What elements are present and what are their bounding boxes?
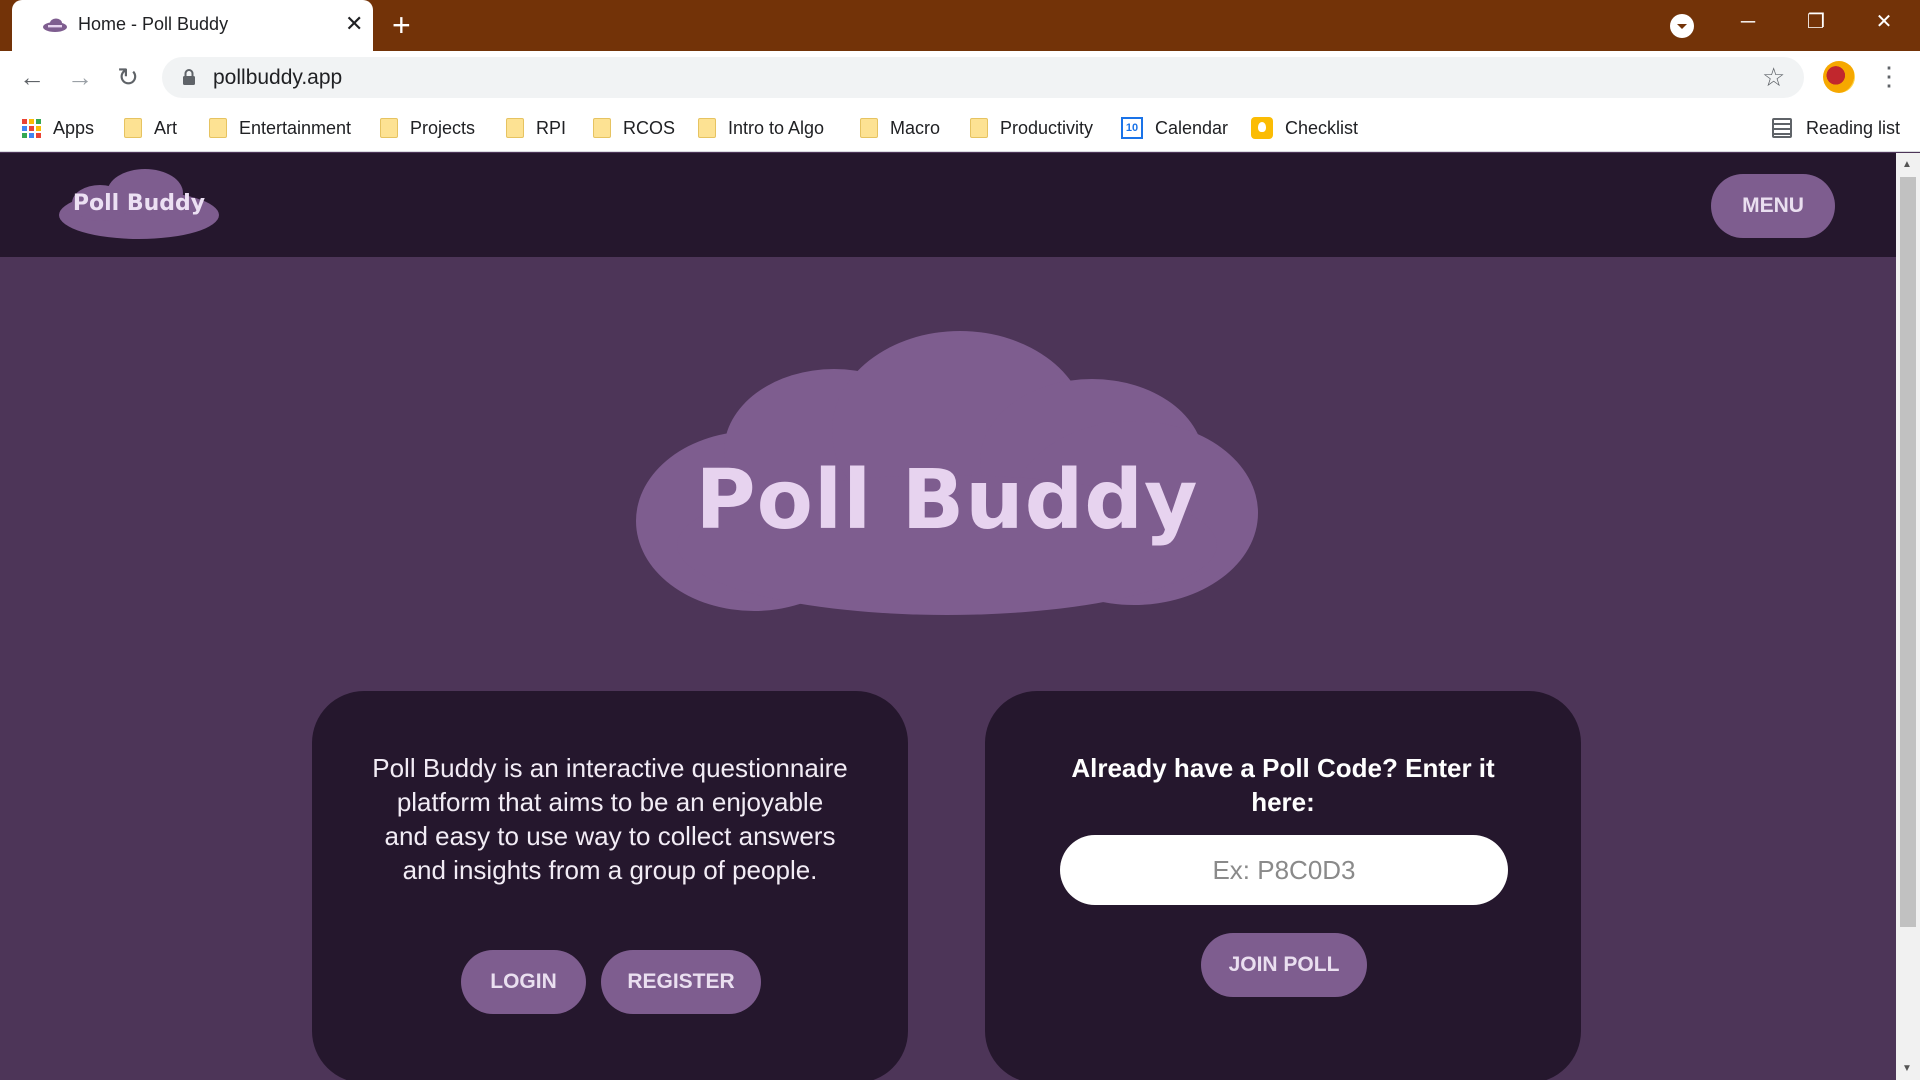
browser-tabstrip: Home - Poll Buddy ✕ + ─ ❐ ✕ <box>0 0 1920 51</box>
reading-list-icon <box>1772 118 1792 138</box>
bookmark-star-icon[interactable]: ☆ <box>1762 63 1785 91</box>
forward-button[interactable]: → <box>64 61 96 93</box>
hero-logo-text: Poll Buddy <box>695 453 1199 548</box>
browser-menu-icon[interactable]: ⋮ <box>1876 61 1902 93</box>
apps-grid-icon <box>22 118 41 138</box>
bookmark-rpi[interactable]: RPI <box>506 115 566 141</box>
login-button[interactable]: LOGIN <box>461 950 586 1014</box>
folder-icon <box>860 118 878 138</box>
bookmark-intro-to-algo[interactable]: Intro to Algo <box>698 115 824 141</box>
bookmarks-bar: Apps Art Entertainment Projects RPI RCOS… <box>0 104 1920 152</box>
bookmark-label: Intro to Algo <box>728 117 825 138</box>
window-restore-button[interactable]: ❐ <box>1788 4 1844 40</box>
bookmark-label: Apps <box>53 117 95 138</box>
url-text: pollbuddy.app <box>213 66 343 89</box>
bookmark-label: Macro <box>890 117 941 138</box>
back-button[interactable]: ← <box>16 61 48 93</box>
window-close-button[interactable]: ✕ <box>1856 4 1912 40</box>
folder-icon <box>209 118 227 138</box>
browser-tab-active[interactable]: Home - Poll Buddy ✕ <box>12 0 373 51</box>
bookmark-label: RCOS <box>623 117 676 138</box>
register-button[interactable]: REGISTER <box>601 950 761 1014</box>
bookmark-projects[interactable]: Projects <box>380 115 475 141</box>
chevron-down-icon <box>1677 24 1687 29</box>
reading-list-label: Reading list <box>1806 117 1901 138</box>
bookmark-entertainment[interactable]: Entertainment <box>209 115 351 141</box>
folder-icon <box>506 118 524 138</box>
bookmark-label: Projects <box>410 117 476 138</box>
scroll-thumb[interactable] <box>1900 177 1916 927</box>
google-keep-icon <box>1251 117 1273 139</box>
join-poll-card: Already have a Poll Code? Enter it here:… <box>985 691 1581 1080</box>
new-tab-button[interactable]: + <box>392 9 411 41</box>
bookmark-calendar[interactable]: 10 Calendar <box>1121 115 1228 141</box>
bookmark-label: Entertainment <box>239 117 352 138</box>
folder-icon <box>380 118 398 138</box>
reading-list-button[interactable]: Reading list <box>1772 115 1900 141</box>
bookmark-label: RPI <box>536 117 567 138</box>
poll-code-heading: Already have a Poll Code? Enter it here: <box>1071 753 1495 817</box>
page-scrollbar[interactable]: ▲ ▼ <box>1896 153 1920 1080</box>
bookmark-macro[interactable]: Macro <box>860 115 940 141</box>
poll-code-input[interactable] <box>1060 835 1508 905</box>
scroll-down-arrow-icon[interactable]: ▼ <box>1902 1063 1912 1074</box>
bookmark-label: Calendar <box>1155 117 1229 138</box>
bookmark-checklist[interactable]: Checklist <box>1251 115 1358 141</box>
bookmark-label: Art <box>154 117 178 138</box>
google-calendar-icon: 10 <box>1121 117 1143 139</box>
about-description: Poll Buddy is an interactive questionnai… <box>372 753 848 885</box>
tab-title: Home - Poll Buddy <box>78 14 229 34</box>
bookmark-label: Productivity <box>1000 117 1094 138</box>
folder-icon <box>970 118 988 138</box>
browser-toolbar: ← → ↻ pollbuddy.app ☆ ⋮ <box>0 51 1920 104</box>
about-card: Poll Buddy is an interactive questionnai… <box>312 691 908 1080</box>
bookmark-apps[interactable]: Apps <box>22 115 94 141</box>
address-bar[interactable]: pollbuddy.app ☆ <box>162 57 1804 98</box>
tab-search-button[interactable] <box>1670 14 1694 38</box>
bookmark-productivity[interactable]: Productivity <box>970 115 1093 141</box>
hero-logo: Poll Buddy <box>634 331 1260 621</box>
profile-avatar-icon[interactable] <box>1823 61 1855 93</box>
lock-icon <box>183 69 195 85</box>
join-poll-button[interactable]: JOIN POLL <box>1201 933 1367 997</box>
header-logo-text: Poll Buddy <box>72 191 206 216</box>
folder-icon <box>698 118 716 138</box>
menu-button[interactable]: MENU <box>1711 174 1835 238</box>
scroll-up-arrow-icon[interactable]: ▲ <box>1902 159 1912 170</box>
folder-icon <box>124 118 142 138</box>
folder-icon <box>593 118 611 138</box>
bookmark-label: Checklist <box>1285 117 1359 138</box>
page-viewport: Poll Buddy MENU Poll Buddy Poll Buddy is… <box>0 153 1896 1080</box>
window-minimize-button[interactable]: ─ <box>1720 4 1776 40</box>
bookmark-rcos[interactable]: RCOS <box>593 115 675 141</box>
header-logo[interactable]: Poll Buddy <box>58 167 220 243</box>
site-header: Poll Buddy MENU <box>0 153 1896 257</box>
tab-close-icon[interactable]: ✕ <box>345 11 363 37</box>
reload-button[interactable]: ↻ <box>112 61 144 93</box>
poll-buddy-favicon-icon <box>43 18 67 32</box>
bookmark-art[interactable]: Art <box>124 115 177 141</box>
